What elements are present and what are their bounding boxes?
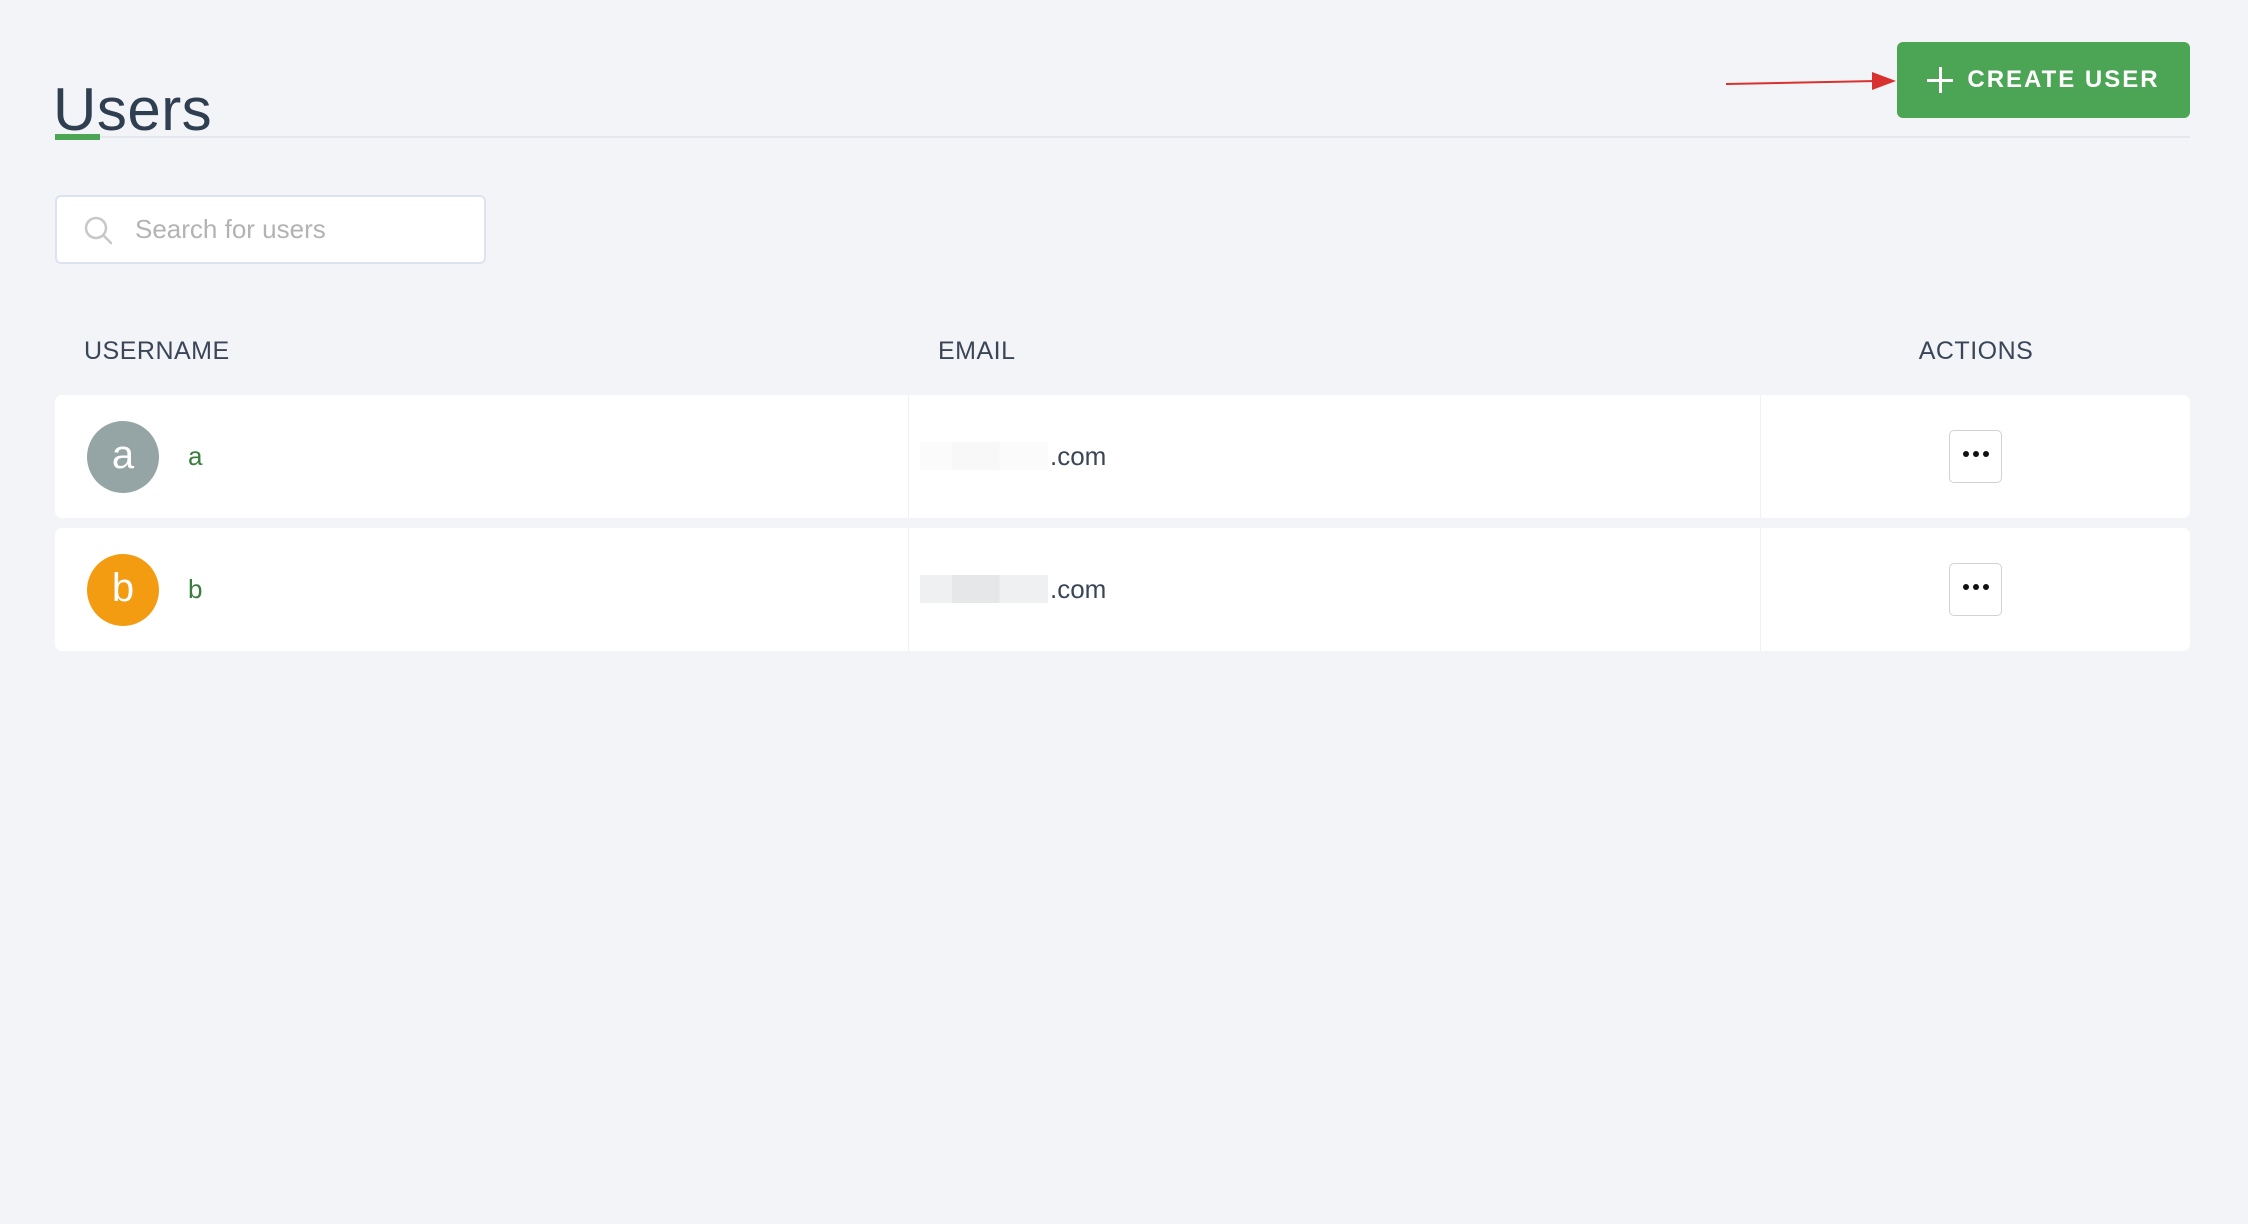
column-divider — [1760, 395, 1761, 518]
column-header-username[interactable]: USERNAME — [84, 335, 230, 367]
create-user-button[interactable]: CREATE USER — [1897, 42, 2190, 118]
username-cell[interactable]: b — [188, 572, 202, 606]
search-input[interactable] — [135, 197, 475, 262]
more-horizontal-icon — [1962, 450, 1989, 457]
plus-icon — [1927, 67, 1954, 93]
email-domain: .com — [1050, 441, 1107, 471]
search-box[interactable] — [55, 195, 486, 264]
row-actions-button[interactable] — [1949, 430, 2002, 483]
column-divider — [1760, 528, 1761, 651]
header-accent-bar — [55, 134, 100, 140]
annotation-arrow-icon — [1725, 72, 1896, 90]
create-user-label: CREATE USER — [1967, 66, 2160, 93]
email-cell: .com — [920, 572, 1106, 606]
more-horizontal-icon — [1962, 583, 1989, 590]
column-divider — [908, 528, 909, 651]
username-cell[interactable]: a — [188, 439, 202, 473]
email-domain: .com — [1050, 574, 1107, 604]
email-redacted-block — [920, 575, 1048, 603]
row-actions-button[interactable] — [1949, 563, 2002, 616]
email-cell: .com — [920, 439, 1106, 473]
avatar: b — [87, 554, 159, 626]
column-header-email[interactable]: EMAIL — [938, 335, 1016, 367]
header-divider — [55, 136, 2190, 138]
avatar: a — [87, 421, 159, 493]
column-divider — [908, 395, 909, 518]
search-icon — [84, 216, 113, 245]
table-row: b b .com — [55, 528, 2190, 651]
table-row: a a .com — [55, 395, 2190, 518]
email-redacted-block — [920, 442, 1048, 470]
column-header-actions: ACTIONS — [1918, 337, 2034, 365]
